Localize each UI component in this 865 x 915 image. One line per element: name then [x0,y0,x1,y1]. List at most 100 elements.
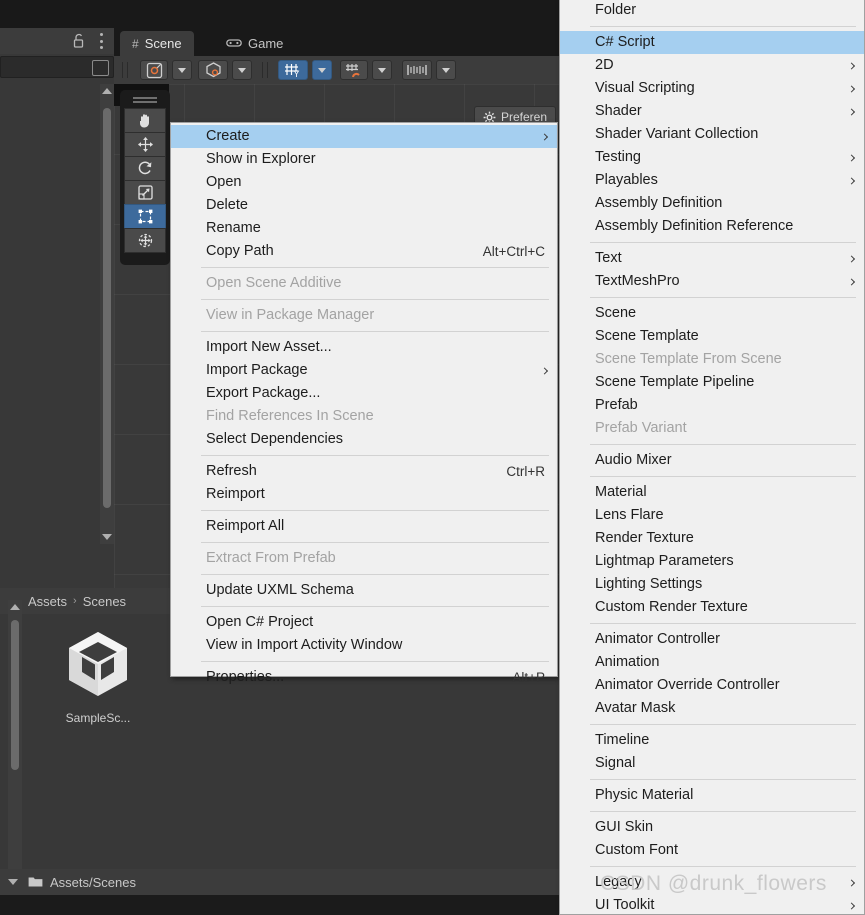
asset-context-menu[interactable]: Create Show in Explorer Open Delete Rename Co… [170,122,558,685]
menu-item-label: Signal [595,755,636,772]
snap-increment-caret[interactable] [372,60,392,80]
submenu-item-testing[interactable]: Testing [560,146,864,169]
snap-increment-button[interactable] [340,60,368,80]
submenu-item-scene-template-pipeline[interactable]: Scene Template Pipeline [560,371,864,394]
submenu-item-scene[interactable]: Scene [560,302,864,325]
submenu-item-prefab[interactable]: Prefab [560,394,864,417]
submenu-item-gui-skin[interactable]: GUI Skin [560,816,864,839]
submenu-item-c-script[interactable]: C# Script [560,31,864,54]
submenu-item-lighting-settings[interactable]: Lighting Settings [560,573,864,596]
overlay-drag-handle[interactable] [133,97,157,103]
menu-item-label: Open Scene Additive [206,275,342,292]
menu-item-create[interactable]: Create [171,125,557,148]
tab-game[interactable]: Game [214,31,295,56]
submenu-item-lightmap-parameters[interactable]: Lightmap Parameters [560,550,864,573]
left-panel [0,28,114,588]
menu-separator [590,297,856,298]
menu-item-open-scene-additive: Open Scene Additive [171,272,557,295]
submenu-item-physic-material[interactable]: Physic Material [560,784,864,807]
submenu-item-playables[interactable]: Playables [560,169,864,192]
menu-item-refresh[interactable]: Refresh Ctrl+R [171,460,557,483]
submenu-item-shader[interactable]: Shader [560,100,864,123]
submenu-item-shader-variant-collection[interactable]: Shader Variant Collection [560,123,864,146]
menu-item-open[interactable]: Open [171,171,557,194]
submenu-item-assembly-definition[interactable]: Assembly Definition [560,192,864,215]
chevron-right-icon [847,153,856,162]
menu-item-properties[interactable]: Properties... Alt+P [171,666,557,689]
search-input[interactable] [0,56,114,78]
asset-item[interactable]: SampleSc... [52,628,144,725]
2d-3d-caret[interactable] [232,60,252,80]
menu-item-open-c-project[interactable]: Open C# Project [171,611,557,634]
menu-item-update-uxml-schema[interactable]: Update UXML Schema [171,579,557,602]
submenu-item-custom-render-texture[interactable]: Custom Render Texture [560,596,864,619]
breadcrumb-assets[interactable]: Assets [28,594,67,609]
toolbar-divider [262,62,263,78]
menu-separator [201,455,549,456]
submenu-item-custom-font[interactable]: Custom Font [560,839,864,862]
menu-item-reimport[interactable]: Reimport [171,483,557,506]
transform-tool[interactable] [124,228,166,253]
chevron-right-icon [847,277,856,286]
more-options-icon[interactable] [98,33,104,49]
project-vertical-scrollbar[interactable] [8,600,22,885]
submenu-item-animator-override-controller[interactable]: Animator Override Controller [560,674,864,697]
move-tool[interactable] [124,132,166,157]
submenu-item-animator-controller[interactable]: Animator Controller [560,628,864,651]
scrollbar-thumb[interactable] [11,620,19,770]
submenu-item-ui-toolkit[interactable]: UI Toolkit [560,894,864,915]
submenu-item-avatar-mask[interactable]: Avatar Mask [560,697,864,720]
rotate-tool[interactable] [124,156,166,181]
submenu-item-signal[interactable]: Signal [560,752,864,775]
submenu-item-folder[interactable]: Folder [560,0,864,22]
draw-mode-button[interactable] [140,60,168,80]
tab-scene[interactable]: # Scene [120,31,194,56]
scene-visibility-caret[interactable] [436,60,456,80]
menu-item-show-in-explorer[interactable]: Show in Explorer [171,148,557,171]
create-submenu[interactable]: Folder C# Script 2D Visual Scripting Shader S… [559,0,865,915]
submenu-item-scene-template[interactable]: Scene Template [560,325,864,348]
2d-3d-toggle-button[interactable] [198,60,228,80]
scroll-down-arrow-icon[interactable] [100,530,114,544]
submenu-item-render-texture[interactable]: Render Texture [560,527,864,550]
hand-tool[interactable] [124,108,166,133]
menu-item-copy-path[interactable]: Copy Path Alt+Ctrl+C [171,240,557,263]
submenu-item-animation[interactable]: Animation [560,651,864,674]
scrollbar-thumb[interactable] [103,108,111,508]
submenu-item-timeline[interactable]: Timeline [560,729,864,752]
submenu-item-2d[interactable]: 2D [560,54,864,77]
grid-snap-caret[interactable] [312,60,332,80]
submenu-item-text[interactable]: Text [560,247,864,270]
menu-item-rename[interactable]: Rename [171,217,557,240]
menu-item-export-package[interactable]: Export Package... [171,382,557,405]
menu-item-label: Folder [595,2,637,19]
scene-vertical-scrollbar[interactable] [100,84,114,544]
menu-item-reimport-all[interactable]: Reimport All [171,515,557,538]
menu-item-label: Animation [595,654,660,671]
status-collapse-icon[interactable] [8,879,18,885]
breadcrumb-scenes[interactable]: Scenes [83,594,126,609]
menu-item-label: Refresh [206,463,257,480]
submenu-item-lens-flare[interactable]: Lens Flare [560,504,864,527]
menu-item-select-dependencies[interactable]: Select Dependencies [171,428,557,451]
submenu-item-audio-mixer[interactable]: Audio Mixer [560,449,864,472]
submenu-item-textmeshpro[interactable]: TextMeshPro [560,270,864,293]
scene-tools-overlay[interactable] [120,90,170,265]
submenu-item-visual-scripting[interactable]: Visual Scripting [560,77,864,100]
scroll-up-arrow-icon[interactable] [8,600,22,614]
draw-mode-caret[interactable] [172,60,192,80]
menu-item-delete[interactable]: Delete [171,194,557,217]
rect-tool[interactable] [124,204,166,229]
menu-item-view-in-import-activity-window[interactable]: View in Import Activity Window [171,634,557,657]
scene-visibility-button[interactable] [402,60,432,80]
search-jump-icon[interactable] [92,60,109,76]
menu-item-import-new-asset[interactable]: Import New Asset... [171,336,557,359]
submenu-item-assembly-definition-reference[interactable]: Assembly Definition Reference [560,215,864,238]
scroll-up-arrow-icon[interactable] [100,84,114,98]
menu-item-import-package[interactable]: Import Package [171,359,557,382]
submenu-item-material[interactable]: Material [560,481,864,504]
menu-item-label: Reimport [206,486,265,503]
scale-tool[interactable] [124,180,166,205]
grid-snap-button[interactable]: Y [278,60,308,80]
lock-icon[interactable] [72,33,86,49]
